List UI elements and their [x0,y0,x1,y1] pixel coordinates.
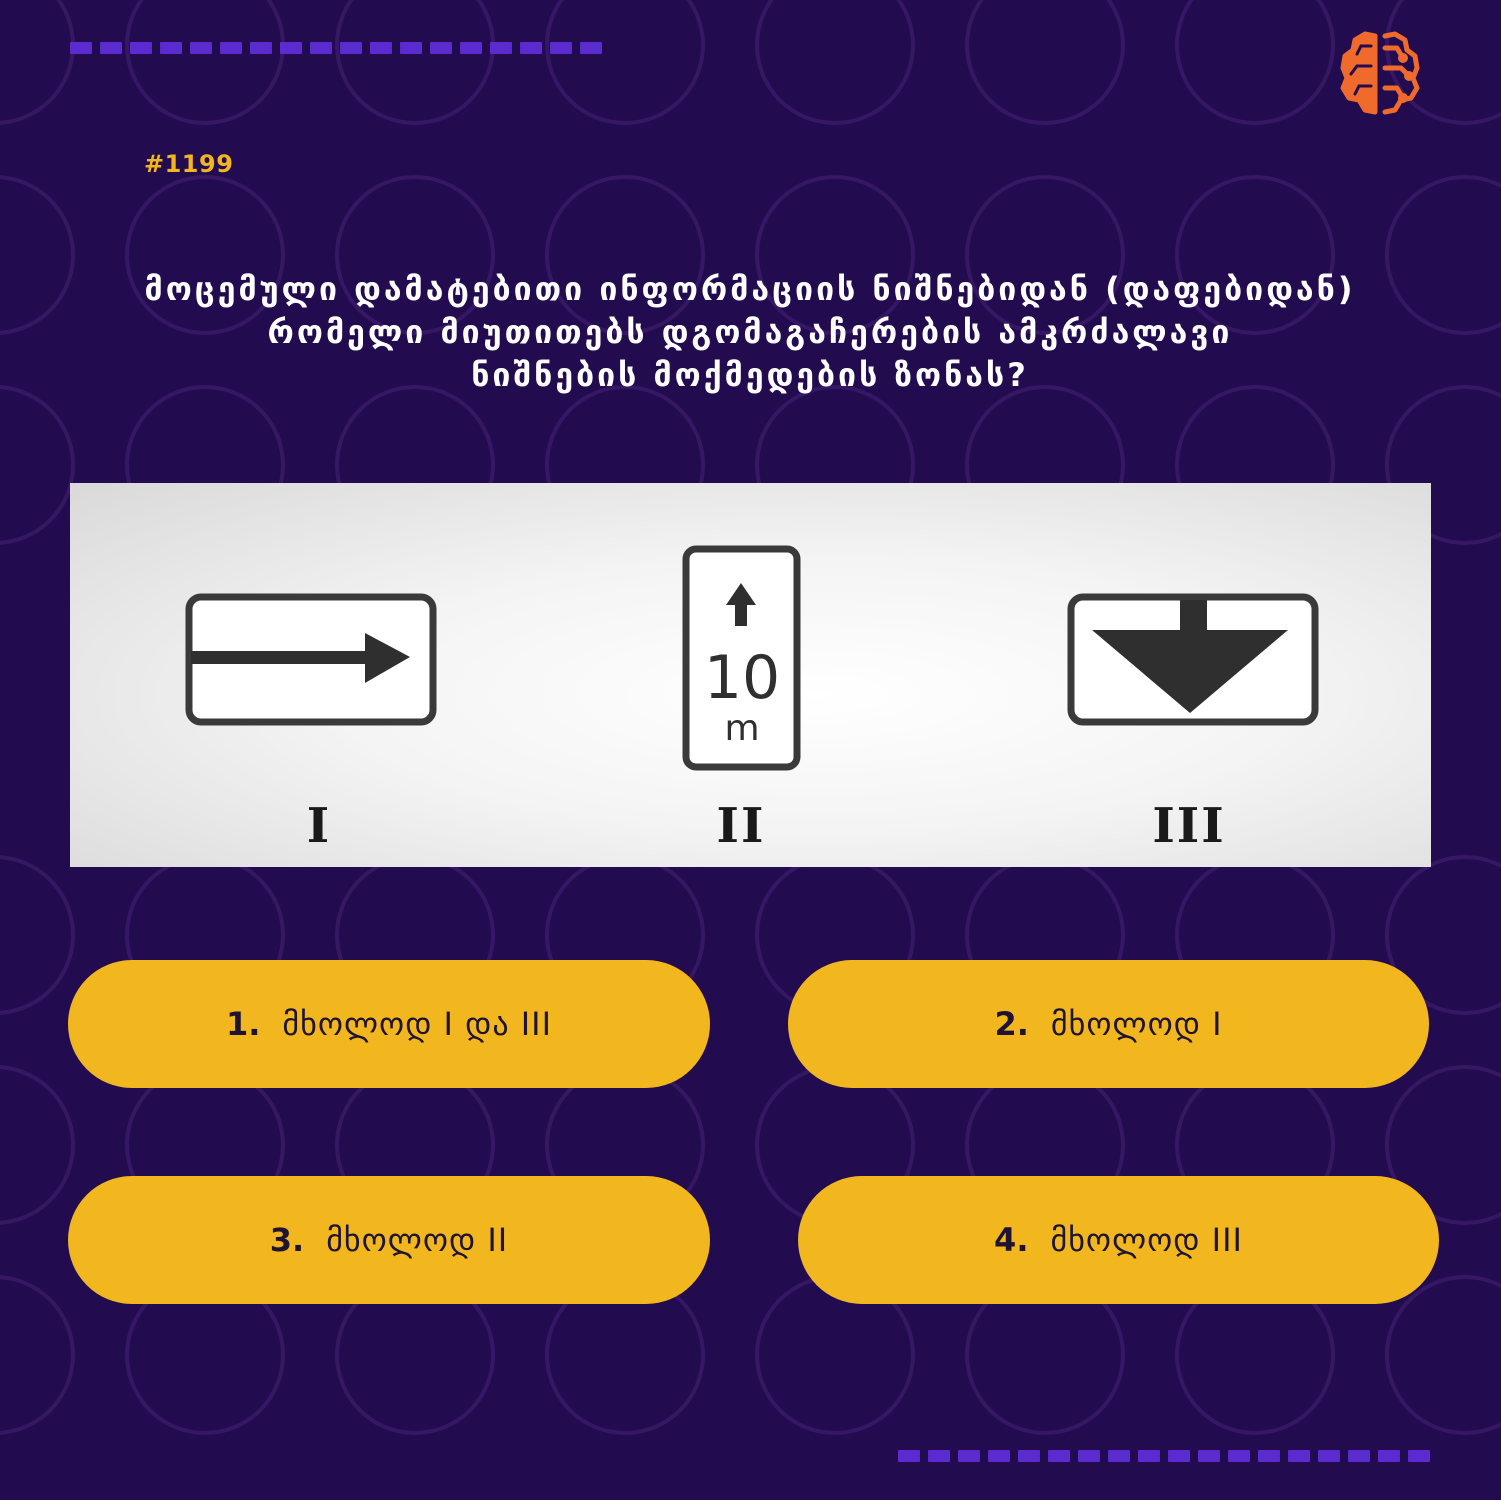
brain-logo-icon [1340,31,1420,115]
distance-plate-icon: 10 m [682,545,801,771]
answer-number-4: 4. [994,1221,1029,1259]
distance-unit: m [724,708,759,749]
answer-number-3: 3. [269,1221,305,1259]
answer-number-2: 2. [994,1005,1029,1043]
sign-label-2: II [716,798,766,854]
question-line-3: ნიშნების მოქმედების ზონას? [471,356,1029,394]
question-line-1: მოცემული დამატებითი ინფორმაციის ნიშნებიდ… [144,270,1356,308]
sign-label-1: I [306,798,332,854]
answer-option-3[interactable]: 3. მხოლოდ II [68,1176,710,1304]
question-line-2: რომელი მიუთითებს დგომაგაჩერების ამკრძალა… [267,313,1233,351]
bottom-dash-decoration [898,1450,1430,1462]
answer-number-1: 1. [225,1005,261,1043]
answer-option-2[interactable]: 2. მხოლოდ I [788,960,1429,1088]
answer-text-3: მხოლოდ II [326,1221,509,1259]
answer-option-1[interactable]: 1. მხოლოდ I და III [68,960,710,1088]
answer-option-4[interactable]: 4. მხოლოდ III [798,1176,1439,1304]
answer-text-2: მხოლოდ I [1050,1005,1223,1043]
question-id: #1199 [144,150,234,178]
answer-text-1: მხოლოდ I და III [282,1005,553,1043]
answer-text-4: მხოლოდ III [1050,1221,1243,1259]
sign-label-3: III [1152,798,1226,854]
distance-value: 10 [704,643,780,713]
right-arrow-plate-icon [185,593,437,726]
top-dash-decoration [70,42,602,54]
quiz-card: #1199 მოცემული დამატებითი ინფორმაციის ნი… [0,0,1501,1500]
question-text: მოცემული დამატებითი ინფორმაციის ნიშნებიდ… [100,268,1400,397]
down-arrow-plate-icon [1067,593,1319,726]
